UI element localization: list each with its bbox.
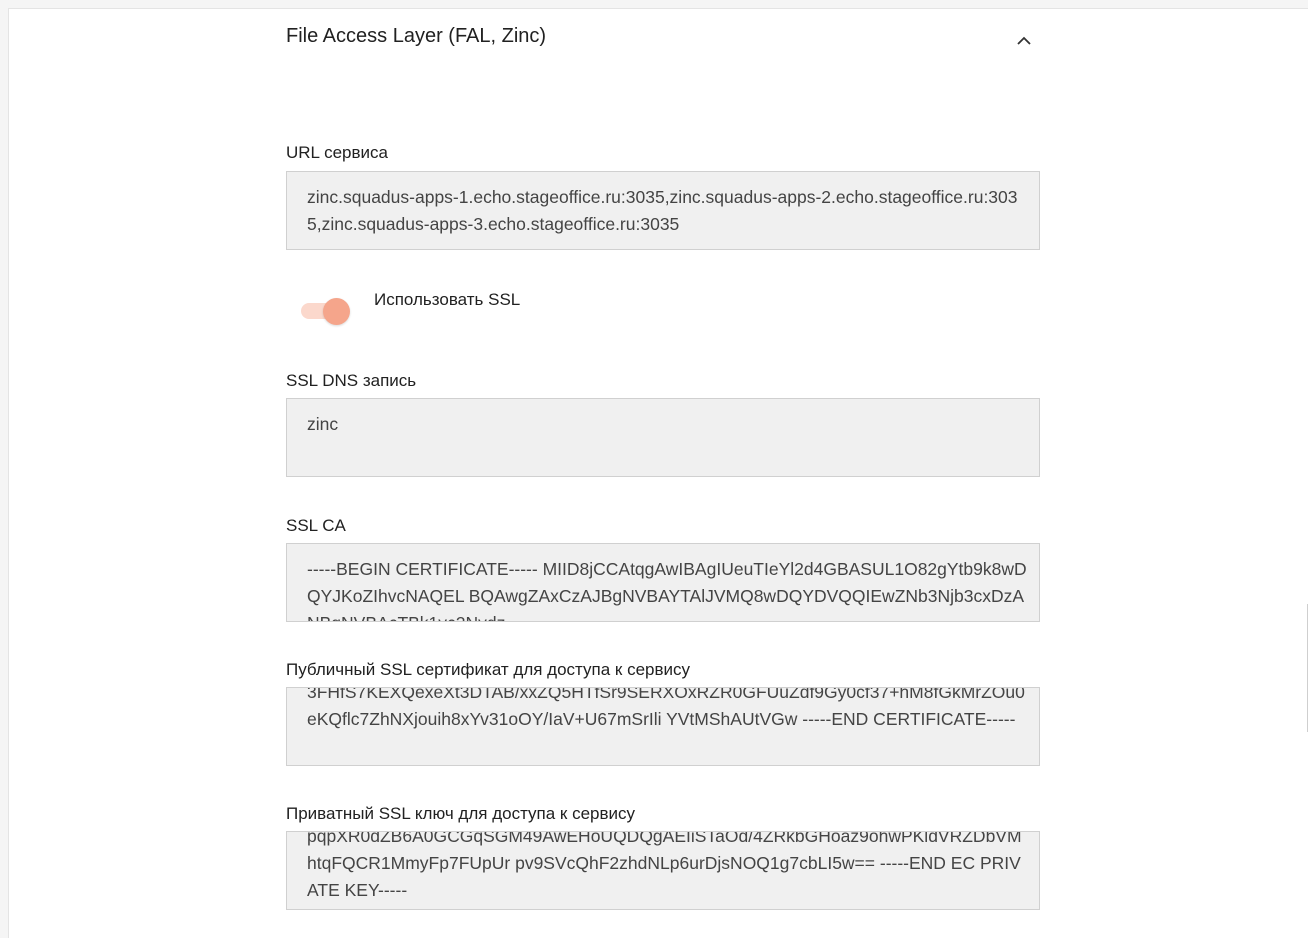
ssl-dns-value: zinc: [307, 414, 339, 434]
private-key-field[interactable]: pqpXR0dZB6A0GCGqSGM49AwEHoUQDQgAEIiSTaOd…: [286, 831, 1040, 910]
ssl-ca-label: SSL CA: [286, 516, 346, 535]
section-title: File Access Layer (FAL, Zinc): [286, 25, 547, 47]
ssl-dns-field[interactable]: zinc: [286, 398, 1040, 477]
ssl-ca-field[interactable]: -----BEGIN CERTIFICATE----- MIID8jCCAtqg…: [286, 543, 1040, 622]
service-url-label: URL сервиса: [286, 143, 388, 162]
private-key-value: pqpXR0dZB6A0GCGqSGM49AwEHoUQDQgAEIiSTaOd…: [307, 831, 1022, 900]
use-ssl-label: Использовать SSL: [374, 290, 521, 309]
chevron-up-icon: [1017, 36, 1031, 45]
toggle-thumb: [323, 298, 350, 325]
ssl-ca-value: -----BEGIN CERTIFICATE----- MIID8jCCAtqg…: [307, 559, 1027, 621]
private-key-label: Приватный SSL ключ для доступа к сервису: [286, 804, 636, 823]
service-url-field[interactable]: zinc.squadus-apps-1.echo.stageoffice.ru:…: [286, 171, 1040, 250]
public-cert-label: Публичный SSL сертификат для доступа к с…: [286, 660, 691, 679]
settings-card: File Access Layer (FAL, Zinc) URL сервис…: [8, 8, 1308, 938]
public-cert-field[interactable]: 3FHfS7KEXQexeXt3DTAB/xxZQ5HTfSr9SERXOxRZ…: [286, 687, 1040, 766]
service-url-value: zinc.squadus-apps-1.echo.stageoffice.ru:…: [307, 187, 1018, 234]
public-cert-value: 3FHfS7KEXQexeXt3DTAB/xxZQ5HTfSr9SERXOxRZ…: [307, 687, 1025, 729]
collapse-button[interactable]: [1010, 27, 1038, 55]
use-ssl-toggle[interactable]: [299, 293, 355, 325]
ssl-dns-label: SSL DNS запись: [286, 371, 417, 390]
